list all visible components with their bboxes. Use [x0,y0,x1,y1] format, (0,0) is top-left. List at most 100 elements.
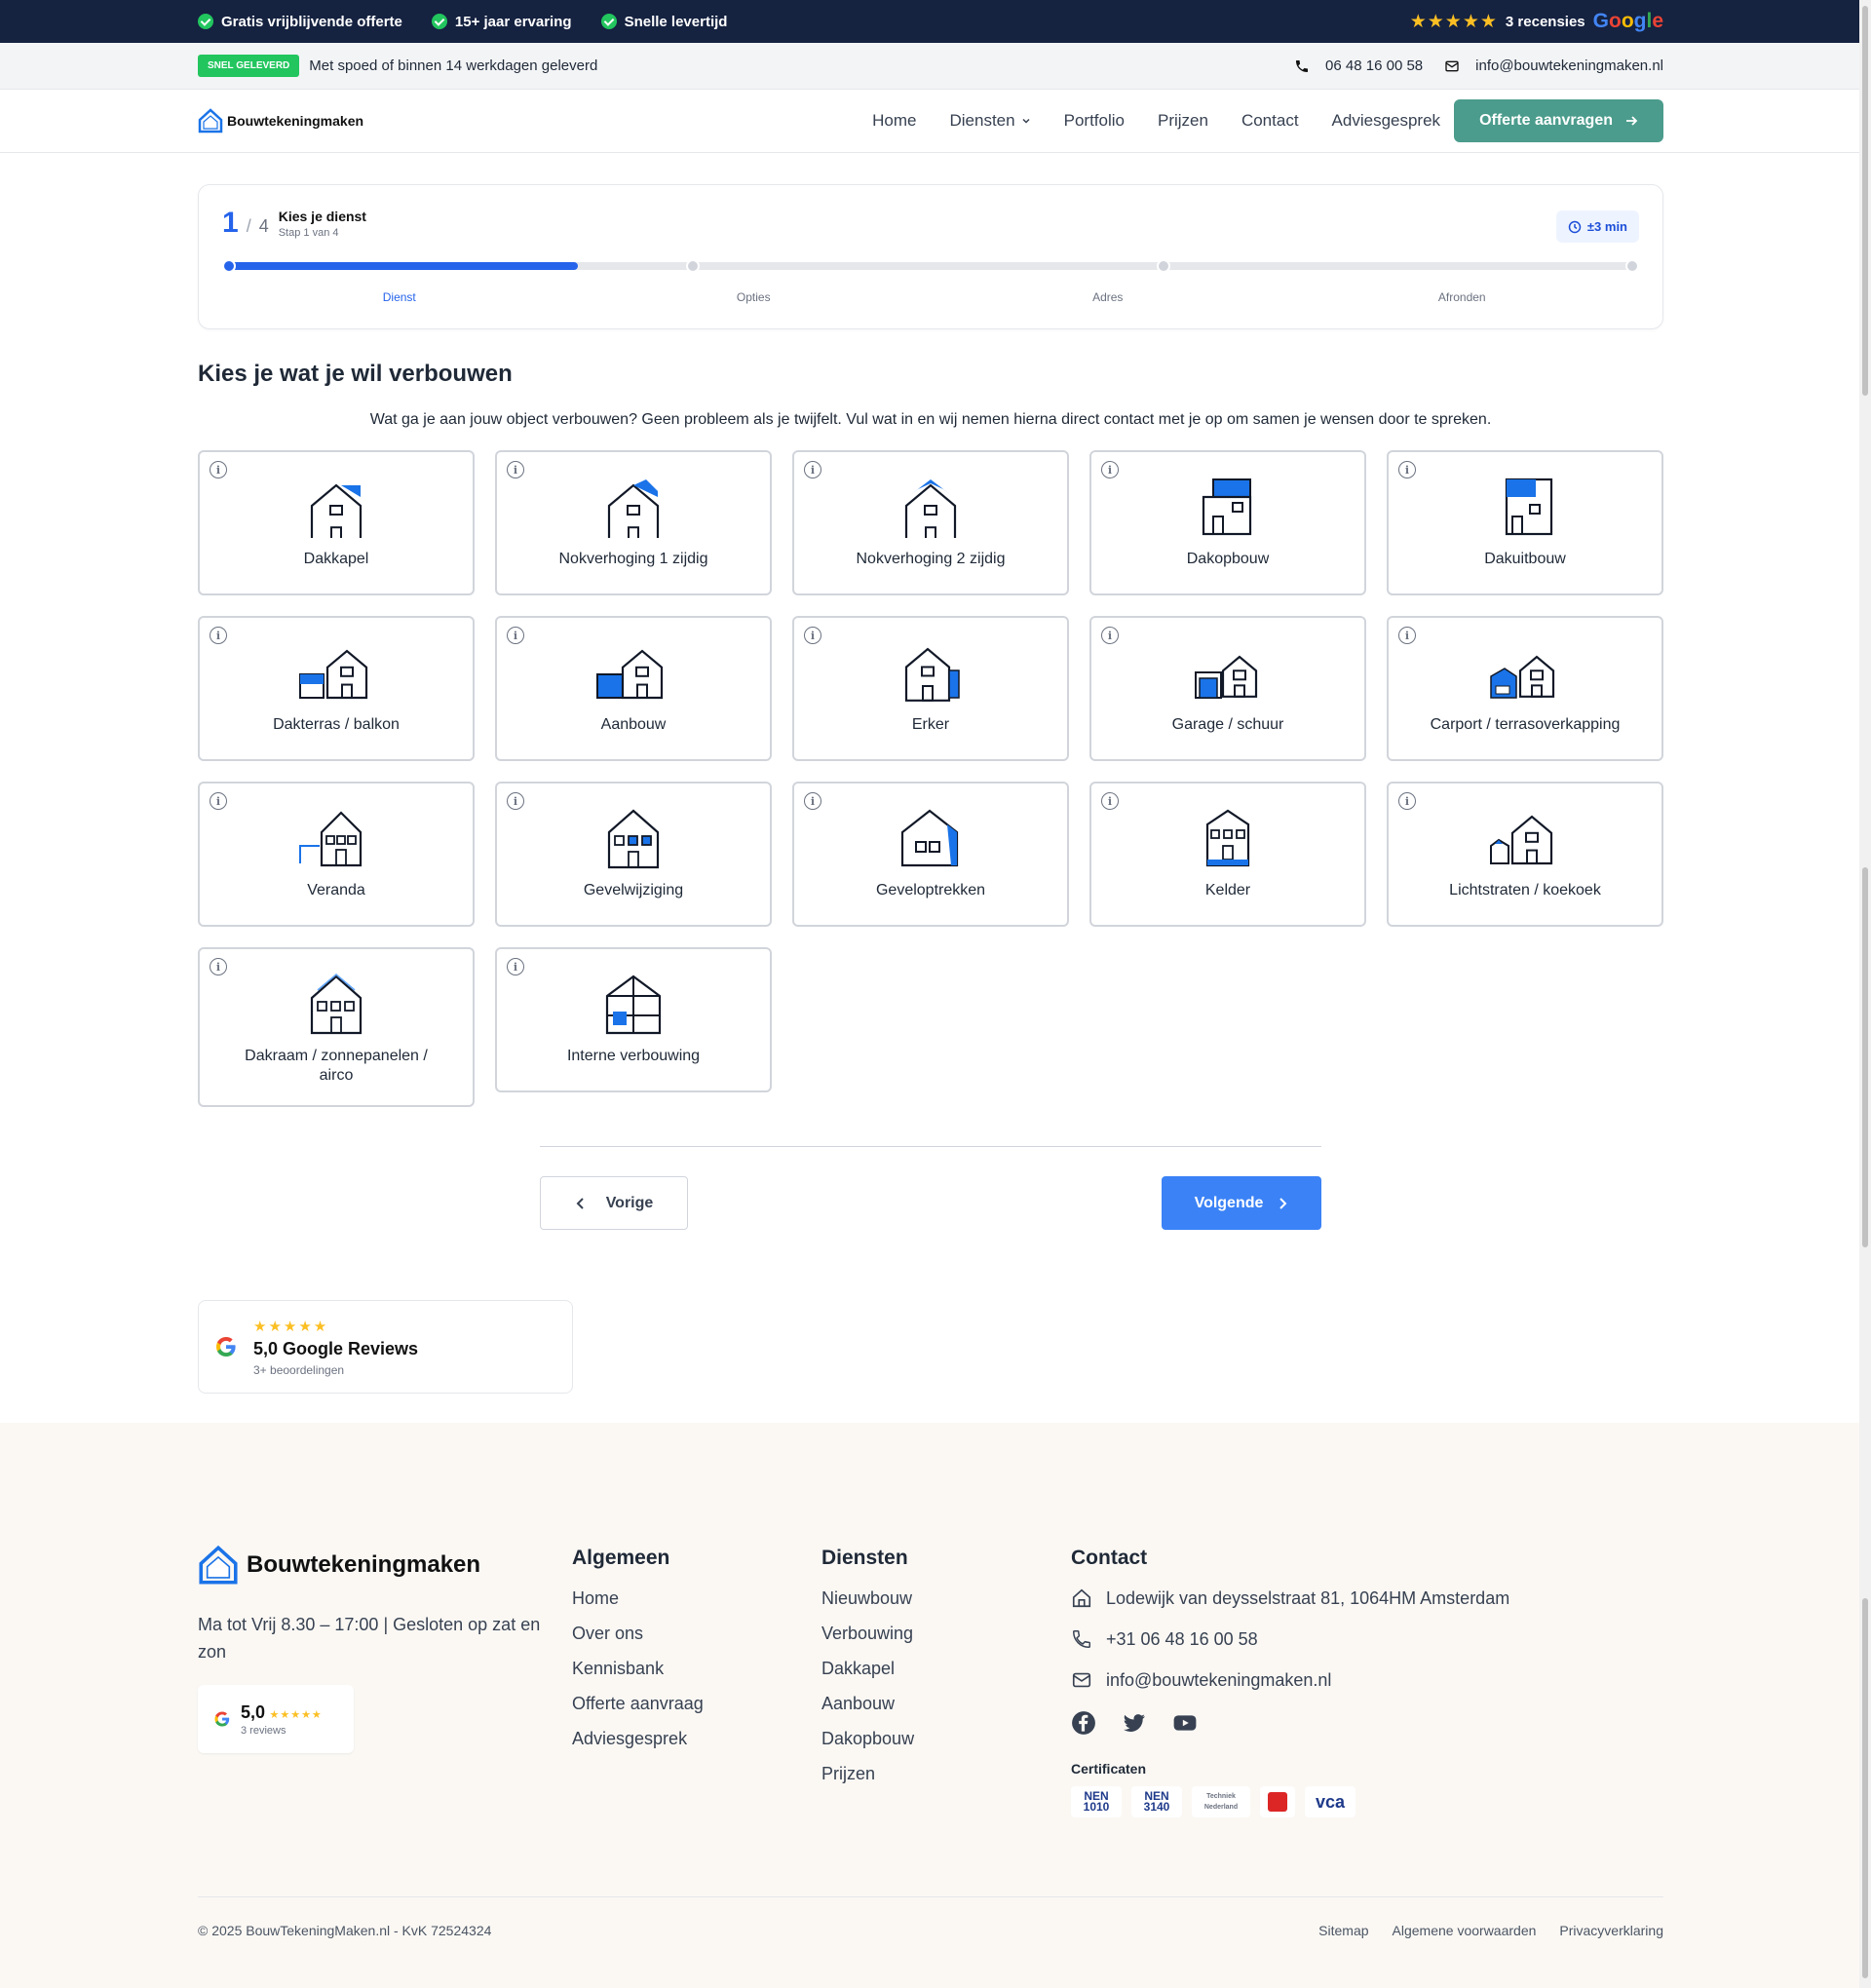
service-card[interactable]: i Dakkapel [198,450,475,595]
usp-item: Gratis vrijblijvende offerte [198,14,402,30]
nav-home[interactable]: Home [872,111,916,131]
info-icon[interactable]: i [1398,461,1416,478]
nav-diensten[interactable]: Diensten [950,111,1031,131]
google-reviews-sub: 3+ beoordelingen [253,1362,345,1377]
step-progress-card: 1 / 4 Kies je dienst Stap 1 van 4 ±3 min… [198,184,1663,329]
nav-prijzen[interactable]: Prijzen [1158,111,1208,131]
terms-link[interactable]: Algemene voorwaarden [1393,1923,1537,1938]
info-icon[interactable]: i [1398,792,1416,810]
youtube-icon[interactable] [1172,1710,1198,1736]
google-logo: Google [1592,10,1663,32]
footer-link[interactable]: Offerte aanvraag [572,1693,704,1714]
footer-link[interactable]: Dakkapel [821,1658,914,1679]
service-card[interactable]: i Veranda [198,782,475,927]
nav-portfolio[interactable]: Portfolio [1064,111,1125,131]
facebook-icon[interactable] [1071,1710,1096,1736]
footer-link[interactable]: Dakopbouw [821,1728,914,1749]
garage-icon [1195,655,1258,699]
contact-phone[interactable]: +31 06 48 16 00 58 [1071,1628,1509,1650]
service-card[interactable]: i Lichtstraten / koekoek [1387,782,1663,927]
service-label: Interne verbouwing [566,1048,701,1064]
footer-brand: Bouwtekeningmaken Ma tot Vrij 8.30 – 17:… [198,1545,549,1753]
service-card[interactable]: i Nokverhoging 1 zijdig [495,450,772,595]
footer-link[interactable]: Adviesgesprek [572,1728,704,1749]
scrollbar-thumb[interactable] [1862,1598,1868,1978]
service-card[interactable]: i Gevelwijziging [495,782,772,927]
info-icon[interactable]: i [507,627,524,644]
service-card[interactable]: i Interne verbouwing [495,947,772,1092]
reviews-count: 3 recensies [1505,13,1585,30]
info-icon[interactable]: i [804,461,821,478]
service-card[interactable]: i Nokverhoging 2 zijdig [792,450,1069,595]
scrollbar-thumb[interactable] [1862,6,1868,396]
info-icon[interactable]: i [210,627,227,644]
info-icon[interactable]: i [1101,627,1119,644]
info-icon[interactable]: i [1101,461,1119,478]
footer-link[interactable]: Prijzen [821,1763,914,1784]
kelder-icon [1205,809,1250,867]
house-logo-icon [198,108,223,134]
footer-link[interactable]: Over ons [572,1623,704,1644]
step-title: Kies je dienst [278,208,366,224]
info-icon[interactable]: i [210,792,227,810]
phone-link[interactable]: 06 48 16 00 58 [1325,57,1423,74]
nav-adviesgesprek[interactable]: Adviesgesprek [1332,111,1441,131]
google-g-icon [216,1337,236,1357]
previous-button[interactable]: Vorige [540,1176,688,1230]
service-card[interactable]: i Dakopbouw [1089,450,1366,595]
footer-link[interactable]: Home [572,1587,704,1609]
main-nav: Bouwtekeningmaken Home Diensten Portfoli… [0,90,1871,153]
next-button[interactable]: Volgende [1162,1176,1321,1230]
nen1010-logo: NEN 1010 [1071,1786,1122,1817]
footer-link[interactable]: Nieuwbouw [821,1587,914,1609]
info-icon[interactable]: i [804,627,821,644]
service-card[interactable]: i Dakterras / balkon [198,616,475,761]
service-label: Erker [911,716,950,733]
check-icon [198,14,213,29]
info-icon[interactable]: i [507,792,524,810]
section-title: Kies je wat je wil verbouwen [198,361,513,387]
sitemap-link[interactable]: Sitemap [1318,1923,1368,1938]
twitter-icon[interactable] [1122,1710,1147,1736]
chevron-right-icon [1279,1197,1287,1209]
footer-bottom: © 2025 BouwTekeningMaken.nl - KvK 725243… [198,1896,1663,1938]
service-card[interactable]: i Aanbouw [495,616,772,761]
footer-link[interactable]: Verbouwing [821,1623,914,1644]
footer-google-rating[interactable]: 5,0 ★★★★★ 3 reviews [198,1685,354,1753]
service-card[interactable]: i Carport / terrasoverkapping [1387,616,1663,761]
usp-item: 15+ jaar ervaring [431,14,572,30]
footer-link[interactable]: Aanbouw [821,1693,914,1714]
service-card[interactable]: i Kelder [1089,782,1366,927]
scrollbar[interactable] [1859,0,1871,1988]
carport-icon [1490,655,1555,699]
offerte-aanvragen-button[interactable]: Offerte aanvragen [1454,99,1663,142]
step-label: Opties [736,290,771,304]
info-icon[interactable]: i [507,461,524,478]
info-icon[interactable]: i [804,792,821,810]
google-rating[interactable]: ★★★★★ 3 recensies Google [1410,10,1663,33]
google-reviews-card[interactable]: ★★★★★ 5,0 Google Reviews 3+ beoordelinge… [198,1300,573,1394]
dakraam-icon [310,974,363,1035]
site-logo[interactable]: Bouwtekeningmaken [198,108,363,134]
nav-contact[interactable]: Contact [1241,111,1299,131]
footer-link[interactable]: Kennisbank [572,1658,704,1679]
service-card[interactable]: i Garage / schuur [1089,616,1366,761]
delivery-text: Met spoed of binnen 14 werkdagen gelever… [309,57,598,74]
scrollbar-thumb[interactable] [1862,867,1868,1247]
footer-logo[interactable]: Bouwtekeningmaken [198,1545,549,1586]
google-g-icon [214,1711,230,1727]
service-card[interactable]: i Dakuitbouw [1387,450,1663,595]
info-icon[interactable]: i [210,958,227,975]
privacy-link[interactable]: Privacyverklaring [1559,1923,1663,1938]
contact-email[interactable]: info@bouwtekeningmaken.nl [1071,1669,1509,1691]
service-card[interactable]: i Geveloptrekken [792,782,1069,927]
email-link[interactable]: info@bouwtekeningmaken.nl [1475,57,1663,74]
info-icon[interactable]: i [1398,627,1416,644]
info-icon[interactable]: i [1101,792,1119,810]
info-icon[interactable]: i [210,461,227,478]
service-card[interactable]: i Erker [792,616,1069,761]
info-icon[interactable]: i [507,958,524,975]
nen3140-logo: NEN 3140 [1131,1786,1182,1817]
service-label: Aanbouw [600,716,667,733]
service-card[interactable]: i Dakraam / zonnepanelen / airco [198,947,475,1107]
